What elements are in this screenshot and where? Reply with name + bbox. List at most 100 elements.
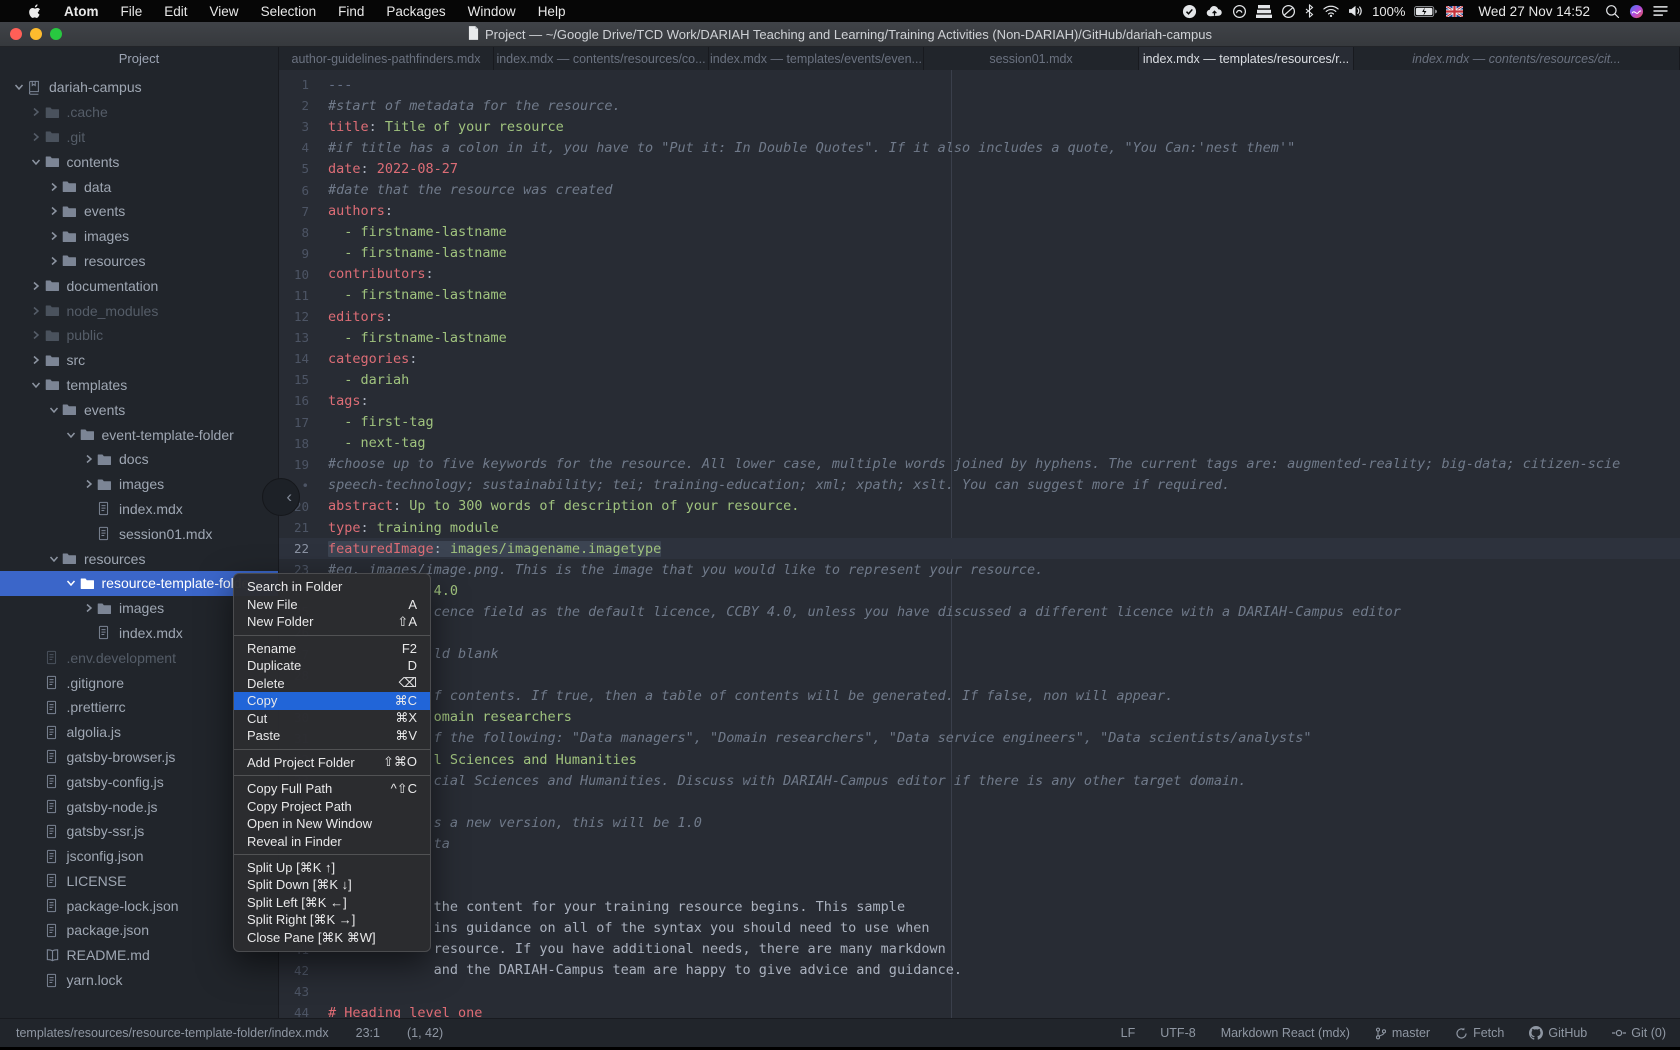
tab-4[interactable]: session01.mdx (924, 47, 1139, 70)
code-line-20[interactable]: 20abstract: Up to 300 words of descripti… (279, 496, 1680, 517)
chevron-down-icon[interactable] (45, 554, 62, 564)
check-circle-icon[interactable] (1182, 4, 1197, 19)
tree-item-contents[interactable]: contents (0, 149, 278, 174)
menu-item-copy-full-path[interactable]: Copy Full Path^⇧C (234, 780, 430, 798)
chevron-right-icon[interactable] (45, 231, 62, 241)
code-line-36[interactable]: 36 ta (279, 833, 1680, 854)
menu-item-add-project-folder[interactable]: Add Project Folder⇧⌘O (234, 754, 430, 772)
current-file-path[interactable]: templates/resources/resource-template-fo… (16, 1026, 329, 1040)
menu-item-delete[interactable]: Delete⌫ (234, 675, 430, 693)
tab-6[interactable]: index.mdx — contents/resources/cit... (1354, 47, 1680, 70)
apple-icon[interactable] (16, 4, 53, 19)
menu-item-split-up-k[interactable]: Split Up [⌘K ↑] (234, 859, 430, 877)
tree-item-node_modules[interactable]: node_modules (0, 298, 278, 323)
chevron-down-icon[interactable] (63, 430, 80, 440)
code-line-44[interactable]: 44# Heading level one (279, 1002, 1680, 1018)
tree-item-documentation[interactable]: documentation (0, 273, 278, 298)
tree-item-events[interactable]: events (0, 199, 278, 224)
window-titlebar[interactable]: Project — ~/Google Drive/TCD Work/DARIAH… (0, 22, 1680, 47)
code-line-39[interactable]: 39 the content for your training resourc… (279, 897, 1680, 918)
code-line-22[interactable]: 22featuredImage: images/imagename.imaget… (279, 538, 1680, 559)
code-line-27[interactable]: 27 ld blank (279, 644, 1680, 665)
code-line-7[interactable]: 7authors: (279, 201, 1680, 222)
chevron-right-icon[interactable] (28, 306, 45, 316)
menu-item-duplicate[interactable]: DuplicateD (234, 657, 430, 675)
git-branch[interactable]: master (1375, 1026, 1430, 1040)
fetch-button[interactable]: Fetch (1455, 1026, 1504, 1040)
menubar-item-selection[interactable]: Selection (250, 4, 328, 19)
menu-item-paste[interactable]: Paste⌘V (234, 727, 430, 745)
chevron-right-icon[interactable] (45, 256, 62, 266)
code-line-18[interactable]: 18 - next-tag (279, 433, 1680, 454)
tree-item-event-template-folder[interactable]: event-template-folder (0, 422, 278, 447)
menu-item-rename[interactable]: RenameF2 (234, 640, 430, 658)
tree-view-toggle[interactable]: ‹ (262, 478, 300, 516)
code-line-40[interactable]: 40 ins guidance on all of the syntax you… (279, 918, 1680, 939)
tree-item-images[interactable]: images (0, 224, 278, 249)
tree-item-yarn.lock[interactable]: yarn.lock (0, 968, 278, 993)
menubar-clock[interactable]: Wed 27 Nov 14:52 (1472, 4, 1596, 19)
status-lf[interactable]: LF (1121, 1026, 1136, 1040)
close-button[interactable] (10, 28, 22, 40)
text-editor[interactable]: 1---2#start of metadata for the resource… (279, 70, 1680, 1018)
tree-item-.git[interactable]: .git (0, 125, 278, 150)
chevron-down-icon[interactable] (28, 380, 45, 390)
code-line-37[interactable]: 37 (279, 854, 1680, 875)
code-line-17[interactable]: 17 - first-tag (279, 412, 1680, 433)
code-line-8[interactable]: 8 - firstname-lastname (279, 222, 1680, 243)
tree-item-data[interactable]: data (0, 174, 278, 199)
tree-item-dariah-campus[interactable]: dariah-campus (0, 75, 278, 100)
menu-item-close-pane-k-w[interactable]: Close Pane [⌘K ⌘W] (234, 929, 430, 947)
cloud-upload-icon[interactable] (1206, 5, 1223, 18)
menubar-item-file[interactable]: File (110, 4, 154, 19)
code-line-13[interactable]: 13 - firstname-lastname (279, 327, 1680, 348)
code-line-6[interactable]: 6#date that the resource was created (279, 179, 1680, 200)
tab-5[interactable]: index.mdx — templates/resources/r... (1139, 47, 1354, 70)
chevron-right-icon[interactable] (28, 355, 45, 365)
menubar-item-packages[interactable]: Packages (375, 4, 456, 19)
status-markdown-react-mdx-[interactable]: Markdown React (mdx) (1221, 1026, 1350, 1040)
code-line-41[interactable]: 41 resource. If you have additional need… (279, 939, 1680, 960)
code-line-23[interactable]: 23#eg. images/image.png. This is the ima… (279, 559, 1680, 580)
menubar-item-view[interactable]: View (199, 4, 250, 19)
menubar-item-help[interactable]: Help (527, 4, 577, 19)
tree-item-images[interactable]: images (0, 472, 278, 497)
code-line-28[interactable]: 28 (279, 665, 1680, 686)
code-line-16[interactable]: 16tags: (279, 390, 1680, 411)
zoom-button[interactable] (50, 28, 62, 40)
code-line-43[interactable]: 43 (279, 981, 1680, 1002)
layers-icon[interactable] (1256, 5, 1272, 18)
code-line-3[interactable]: 3title: Title of your resource (279, 116, 1680, 137)
tab-1[interactable]: author-guidelines-pathfinders.mdx (279, 47, 494, 70)
chevron-right-icon[interactable] (80, 479, 97, 489)
code-line-19[interactable]: 19#choose up to five keywords for the re… (279, 454, 1680, 475)
code-line-12[interactable]: 12editors: (279, 306, 1680, 327)
uk-flag-icon[interactable] (1446, 6, 1463, 17)
menu-item-split-left-k[interactable]: Split Left [⌘K ←] (234, 894, 430, 912)
cursor-position[interactable]: 23:1 (356, 1026, 380, 1040)
menu-item-open-in-new-window[interactable]: Open in New Window (234, 815, 430, 833)
code-line-24[interactable]: 24 4.0 (279, 580, 1680, 601)
chevron-down-icon[interactable] (28, 157, 45, 167)
code-line-4[interactable]: 4#if title has a colon in it, you have t… (279, 137, 1680, 158)
menubar-item-atom[interactable]: Atom (53, 4, 110, 19)
chevron-down-icon[interactable] (45, 405, 62, 415)
code-line-21[interactable]: 21type: training module (279, 517, 1680, 538)
menu-item-search-in-folder[interactable]: Search in Folder (234, 578, 430, 596)
git-changes[interactable]: Git (0) (1612, 1026, 1666, 1040)
code-line-26[interactable]: 26 (279, 622, 1680, 643)
code-line-10[interactable]: 10contributors: (279, 264, 1680, 285)
tree-item-templates[interactable]: templates (0, 373, 278, 398)
tree-item-index.mdx[interactable]: index.mdx (0, 497, 278, 522)
code-line-34[interactable]: 34 (279, 791, 1680, 812)
code-line-2[interactable]: 2#start of metadata for the resource. (279, 95, 1680, 116)
selection-count[interactable]: (1, 42) (407, 1026, 443, 1040)
chevron-right-icon[interactable] (28, 281, 45, 291)
tree-item-session01.mdx[interactable]: session01.mdx (0, 521, 278, 546)
code-line-42[interactable]: 42 and the DARIAH-Campus team are happy … (279, 960, 1680, 981)
github-button[interactable]: GitHub (1529, 1026, 1587, 1040)
volume-icon[interactable] (1348, 5, 1363, 17)
tree-item-resources[interactable]: resources (0, 249, 278, 274)
tree-item-events[interactable]: events (0, 397, 278, 422)
code-line-•[interactable]: •speech-technology; sustainability; tei;… (279, 475, 1680, 496)
